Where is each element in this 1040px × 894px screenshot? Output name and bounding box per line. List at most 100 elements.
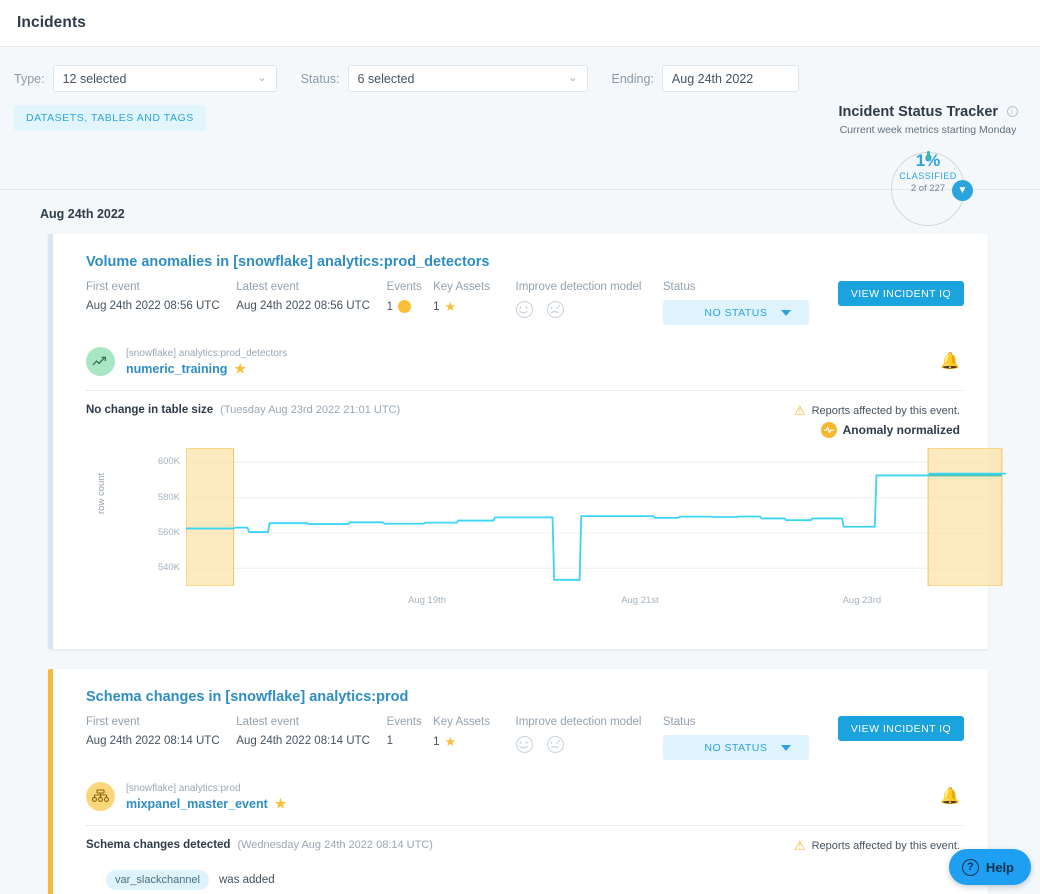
page-title: Incidents (17, 14, 86, 31)
thumbs-up-face-icon[interactable] (515, 301, 533, 318)
chart-y-axis-label: row count (96, 472, 107, 514)
datasets-tables-tags-button[interactable]: DATASETS, TABLES AND TAGS (14, 105, 206, 131)
info-icon[interactable]: i (1006, 106, 1018, 117)
events-column: Events 1 (387, 716, 434, 747)
chart-x-tick-label: Aug 19th (408, 595, 447, 606)
first-event-value: Aug 24th 2022 08:14 UTC (86, 735, 220, 747)
chart-y-tick-label: 580K (157, 491, 180, 503)
chart-y-tick-label: 540K (157, 562, 180, 574)
schema-change-text: was added (219, 874, 275, 886)
schema-column-chip: var_slackchannel (106, 870, 209, 890)
status-filter-label: Status: (300, 71, 340, 86)
view-incident-iq-button[interactable]: VIEW INCIDENT IQ (838, 281, 964, 306)
event-summary-row: No change in table size (Tuesday Aug 23r… (86, 391, 964, 438)
schema-icon (86, 782, 115, 811)
tracker-title: Incident Status Tracker (838, 104, 999, 120)
star-icon[interactable]: ★ (234, 362, 246, 375)
event-badges: ⚠ Reports affected by this event. (794, 839, 960, 852)
first-event-column: First event Aug 24th 2022 08:56 UTC (86, 281, 236, 312)
latest-event-label: Latest event (236, 716, 299, 728)
schema-change-row: var_slackchannel was added (86, 852, 964, 890)
incident-status-tracker: Incident Status Tracker i Current week m… (828, 103, 1028, 226)
incident-actions: VIEW INCIDENT IQ (818, 281, 964, 307)
severity-dot-icon (397, 300, 411, 313)
thumbs-up-face-icon[interactable] (515, 736, 533, 753)
first-event-value: Aug 24th 2022 08:56 UTC (86, 300, 220, 312)
latest-event-column: Latest event Aug 24th 2022 08:56 UTC (236, 281, 386, 312)
key-assets-label: Key Assets (433, 281, 490, 293)
chevron-down-icon: ⌄ (568, 72, 578, 84)
chevron-down-icon (780, 744, 791, 751)
thumbs-down-face-icon[interactable] (546, 736, 564, 753)
incident-card[interactable]: Schema changes in [snowflake] analytics:… (48, 669, 988, 894)
latest-event-column: Latest event Aug 24th 2022 08:14 UTC (236, 716, 386, 747)
tracker-subtitle: Current week metrics starting Monday (839, 124, 1017, 136)
view-incident-iq-button[interactable]: VIEW INCIDENT IQ (838, 716, 964, 741)
warning-triangle-icon: ⚠ (793, 403, 806, 418)
chart-x-tick-label: Aug 23rd (842, 595, 882, 606)
thumbs-down-face-icon[interactable] (546, 301, 564, 318)
incident-meta-row: First event Aug 24th 2022 08:14 UTC Late… (86, 716, 964, 760)
chart-plot-area (186, 448, 1006, 586)
star-icon[interactable]: ★ (275, 797, 287, 810)
notification-bell-icon[interactable]: 🔔 (940, 353, 960, 370)
dataset-path: [snowflake] analytics:prod (126, 782, 241, 794)
filter-bar: Type: 12 selected ⌄ Status: 6 selected ⌄… (0, 47, 1040, 226)
status-label: Status (662, 716, 696, 728)
incident-list: Aug 24th 2022 Volume anomalies in [snowf… (0, 190, 1040, 894)
expand-tracker-button[interactable]: ▼ (952, 180, 973, 201)
incident-card[interactable]: Volume anomalies in [snowflake] analytic… (48, 234, 1006, 649)
event-time: (Tuesday Aug 23rd 2022 21:01 UTC) (220, 404, 401, 416)
help-button[interactable]: ? Help (948, 849, 1031, 885)
status-value: NO STATUS (704, 741, 768, 754)
status-select-value: 6 selected (357, 71, 415, 86)
classified-donut: 1% CLASSIFIED 2 of 227 ▼ (891, 151, 973, 226)
incident-title-link[interactable]: Volume anomalies in [snowflake] analytic… (86, 254, 964, 270)
status-dropdown[interactable]: NO STATUS (662, 735, 809, 760)
type-select-value: 12 selected (62, 71, 127, 86)
status-dropdown[interactable]: NO STATUS (662, 300, 809, 325)
first-event-label: First event (86, 716, 140, 728)
status-select[interactable]: 6 selected ⌄ (347, 65, 588, 92)
event-title: Schema changes detected (86, 839, 231, 851)
ending-date-input[interactable]: Aug 24th 2022 (661, 65, 799, 92)
chart-x-tick-label: Aug 21st (621, 595, 659, 606)
type-filter-label: Type: (14, 71, 45, 86)
help-label: Help (985, 859, 1014, 875)
chevron-down-icon: ⌄ (257, 72, 267, 84)
first-event-label: First event (86, 281, 140, 293)
status-value: NO STATUS (704, 306, 768, 319)
events-column: Events 1 (387, 281, 434, 313)
notification-bell-icon[interactable]: 🔔 (940, 788, 960, 805)
event-summary-row: Schema changes detected (Wednesday Aug 2… (86, 826, 964, 852)
dataset-name-link[interactable]: mixpanel_master_event ★ (126, 797, 286, 811)
dataset-name-link[interactable]: numeric_training ★ (126, 362, 287, 376)
ending-filter-label: Ending: (611, 71, 654, 86)
key-assets-value: 1 (433, 735, 440, 748)
incident-accent-bar (48, 669, 53, 894)
key-assets-column: Key Assets 1 ★ (433, 716, 515, 748)
incident-actions: VIEW INCIDENT IQ (818, 716, 964, 742)
status-label: Status (662, 281, 696, 293)
status-column: Status NO STATUS (662, 281, 818, 325)
latest-event-value: Aug 24th 2022 08:56 UTC (236, 300, 370, 312)
incident-accent-bar (48, 234, 53, 649)
star-icon: ★ (444, 734, 457, 749)
improve-model-label: Improve detection model (515, 716, 642, 728)
row-count-chart: row count 600K 580K 560K 540K Aug 19th Aug 2… (86, 448, 1006, 623)
improve-model-label: Improve detection model (515, 281, 642, 293)
warning-triangle-icon: ⚠ (793, 838, 806, 853)
chart-y-tick-label: 600K (157, 456, 180, 468)
key-assets-value: 1 (433, 300, 440, 313)
type-select[interactable]: 12 selected ⌄ (52, 65, 277, 92)
key-assets-column: Key Assets 1 ★ (433, 281, 515, 313)
reports-affected-text: Reports affected by this event. (811, 404, 960, 417)
event-time: (Wednesday Aug 24th 2022 08:14 UTC) (237, 839, 433, 851)
trend-up-icon (86, 347, 115, 376)
reports-affected-text: Reports affected by this event. (811, 839, 960, 852)
latest-event-label: Latest event (236, 281, 299, 293)
question-circle-icon: ? (961, 858, 979, 876)
first-event-column: First event Aug 24th 2022 08:14 UTC (86, 716, 236, 747)
star-icon: ★ (444, 299, 457, 314)
incident-title-link[interactable]: Schema changes in [snowflake] analytics:… (86, 689, 964, 705)
